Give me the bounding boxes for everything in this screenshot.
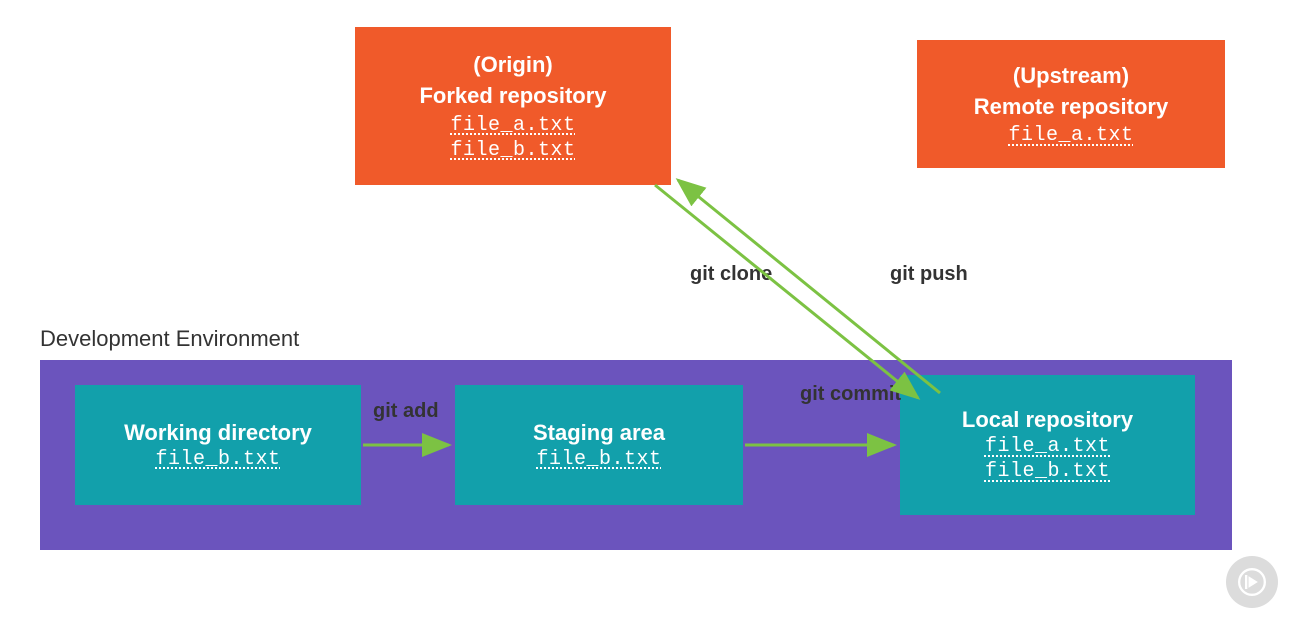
staging-area-box: Staging area file_b.txt <box>455 385 743 505</box>
local-file-0: file_a.txt <box>985 435 1110 458</box>
upstream-box: (Upstream) Remote repository file_a.txt <box>917 40 1225 168</box>
local-repo-box: Local repository file_a.txt file_b.txt <box>900 375 1195 515</box>
staging-file-0: file_b.txt <box>536 448 661 471</box>
origin-tag: (Origin) <box>473 50 552 81</box>
dev-env-label: Development Environment <box>40 326 299 352</box>
upstream-tag: (Upstream) <box>1013 61 1129 92</box>
git-add-label: git add <box>373 400 439 423</box>
working-file-0: file_b.txt <box>155 448 280 471</box>
origin-file-0: file_a.txt <box>450 114 575 137</box>
git-push-label: git push <box>890 263 968 286</box>
origin-box: (Origin) Forked repository file_a.txt fi… <box>355 27 671 185</box>
origin-title: Forked repository <box>419 81 606 112</box>
pluralsight-logo-icon <box>1226 556 1278 608</box>
git-clone-label: git clone <box>690 263 772 286</box>
upstream-file-0: file_a.txt <box>1008 124 1133 147</box>
working-title: Working directory <box>124 420 312 446</box>
git-commit-label: git commit <box>800 382 880 406</box>
local-file-1: file_b.txt <box>985 460 1110 483</box>
staging-title: Staging area <box>533 420 665 446</box>
upstream-title: Remote repository <box>974 92 1168 123</box>
origin-file-1: file_b.txt <box>450 139 575 162</box>
working-directory-box: Working directory file_b.txt <box>75 385 361 505</box>
local-title: Local repository <box>962 407 1133 433</box>
